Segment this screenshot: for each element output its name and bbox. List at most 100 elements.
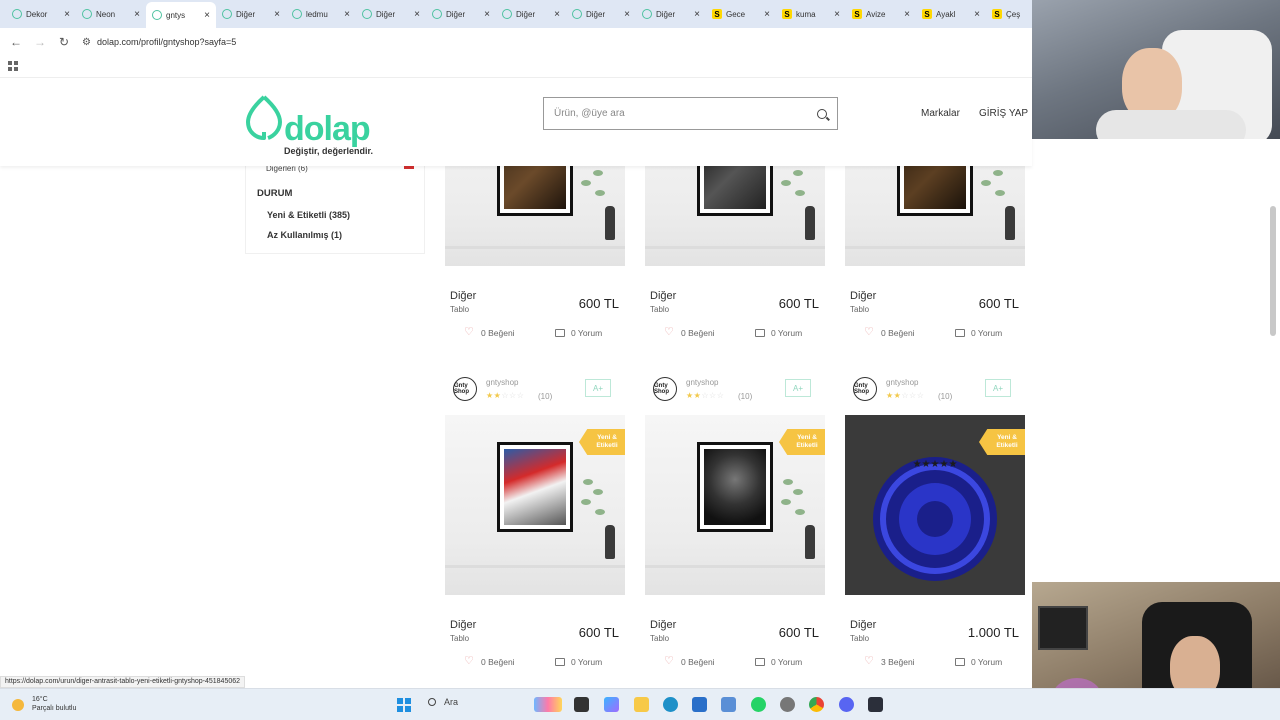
seller-name[interactable]: gntyshop <box>686 378 718 387</box>
close-icon[interactable]: × <box>414 9 420 20</box>
search-input[interactable]: Ürün, @üye ara <box>543 97 838 130</box>
close-icon[interactable]: × <box>904 9 910 20</box>
close-icon[interactable]: × <box>134 9 140 20</box>
taskbar-search[interactable]: Ara <box>428 697 458 707</box>
browser-tab[interactable]: S Gece × <box>706 0 776 28</box>
seller-name[interactable]: gntyshop <box>486 378 518 387</box>
browser-tab[interactable]: Diğer × <box>496 0 566 28</box>
close-icon[interactable]: × <box>694 9 700 20</box>
dolap-logo[interactable]: dolap Değiştir, değerlendir. <box>244 90 384 156</box>
product-category: Diğer <box>650 290 677 302</box>
edge-icon[interactable] <box>663 697 678 712</box>
circle-icon <box>572 9 582 19</box>
settings-icon[interactable] <box>780 697 795 712</box>
browser-tab[interactable]: Diğer × <box>356 0 426 28</box>
vase-decor <box>805 525 815 559</box>
forward-arrow-icon[interactable]: → <box>28 35 52 49</box>
product-photo[interactable]: Yeni & Etiketli <box>445 415 625 595</box>
seller-avatar[interactable]: Gnty Shop <box>653 377 677 401</box>
browser-tab[interactable]: Skuma × <box>776 0 846 28</box>
temperature: 16°C <box>32 696 48 703</box>
task-view-icon[interactable] <box>574 697 589 712</box>
follow-button[interactable]: A+ <box>585 379 611 397</box>
seller-avatar[interactable]: Gnty Shop <box>453 377 477 401</box>
close-icon[interactable]: × <box>974 9 980 20</box>
product-card[interactable]: Gnty Shop gntyshop ★★☆☆☆ (10) A+ ★★★★★ Y… <box>845 367 1025 672</box>
like-button[interactable]: 0 Beğeni <box>464 654 515 667</box>
apps-grid-icon[interactable] <box>8 61 18 71</box>
product-card[interactable]: Gnty Shop gntyshop ★★☆☆☆ (10) A+ Yeni & … <box>445 367 625 672</box>
widget-icon[interactable] <box>534 697 562 712</box>
seller-header: Gnty Shop gntyshop ★★☆☆☆ (10) A+ <box>445 367 625 415</box>
comment-button[interactable]: 0 Yorum <box>555 328 602 338</box>
close-icon[interactable]: × <box>204 10 210 21</box>
close-icon[interactable]: × <box>554 9 560 20</box>
close-icon[interactable]: × <box>274 9 280 20</box>
nav-brands-link[interactable]: Markalar <box>921 108 960 119</box>
store-icon[interactable] <box>692 697 707 712</box>
follow-button[interactable]: A+ <box>985 379 1011 397</box>
whatsapp-icon[interactable] <box>751 697 766 712</box>
comment-button[interactable]: 0 Yorum <box>755 657 802 667</box>
browser-tab-active[interactable]: gntys × <box>146 2 216 28</box>
copilot-icon[interactable] <box>604 697 619 712</box>
taskbar-search-label: Ara <box>444 697 459 707</box>
mail-icon[interactable] <box>721 697 736 712</box>
like-button[interactable]: 3 Beğeni <box>864 654 915 667</box>
close-icon[interactable]: × <box>344 9 350 20</box>
bookmarks-bar <box>0 56 1032 78</box>
follow-button[interactable]: A+ <box>785 379 811 397</box>
browser-tab[interactable]: Diğer × <box>636 0 706 28</box>
browser-tab[interactable]: Dekor × <box>6 0 76 28</box>
like-button[interactable]: 0 Beğeni <box>864 325 915 338</box>
reload-icon[interactable]: ↻ <box>52 35 76 49</box>
filter-option-used[interactable]: Az Kullanılmış (1) <box>267 230 342 240</box>
browser-tab[interactable]: S Avize × <box>846 0 916 28</box>
product-subcategory: Tablo <box>450 634 470 643</box>
comment-button[interactable]: 0 Yorum <box>955 657 1002 667</box>
close-icon[interactable]: × <box>834 9 840 20</box>
nav-login-link[interactable]: GİRİŞ YAP <box>979 108 1028 119</box>
back-arrow-icon[interactable]: ← <box>4 35 28 49</box>
new-tag-badge: Yeni & Etiketli <box>979 429 1025 455</box>
like-button[interactable]: 0 Beğeni <box>464 325 515 338</box>
close-icon[interactable]: × <box>64 9 70 20</box>
browser-tab[interactable]: Diğer × <box>216 0 286 28</box>
filter-option-new[interactable]: Yeni & Etiketli (385) <box>267 210 350 220</box>
browser-tab[interactable]: Neon × <box>76 0 146 28</box>
product-card[interactable]: Diğer Tablo 600 TL 0 Beğeni 0 Yorum <box>645 86 825 346</box>
browser-tab[interactable]: S Çeş <box>986 0 1026 28</box>
product-photo[interactable]: ★★★★★ Yeni & Etiketli <box>845 415 1025 595</box>
weather-widget[interactable]: 16°C Parçalı bulutlu <box>12 695 76 713</box>
address-bar[interactable]: ⚙ dolap.com/profil/gntyshop?sayfa=5 <box>82 31 642 53</box>
seller-avatar[interactable]: Gnty Shop <box>853 377 877 401</box>
browser-tab[interactable]: ledmu × <box>286 0 356 28</box>
seller-name[interactable]: gntyshop <box>886 378 918 387</box>
product-photo[interactable]: Yeni & Etiketli <box>645 415 825 595</box>
browser-tab[interactable]: S Ayakl × <box>916 0 986 28</box>
chrome-icon[interactable] <box>809 697 824 712</box>
seller-rating-stars: ★★☆☆☆ <box>886 391 925 400</box>
windows-start-icon[interactable] <box>397 698 411 712</box>
comment-button[interactable]: 0 Yorum <box>955 328 1002 338</box>
close-icon[interactable]: × <box>764 9 770 20</box>
page-scrollbar[interactable] <box>1270 206 1276 336</box>
file-explorer-icon[interactable] <box>634 697 649 712</box>
app-icon[interactable] <box>868 697 883 712</box>
circle-icon <box>152 10 162 20</box>
close-icon[interactable]: × <box>624 9 630 20</box>
like-button[interactable]: 0 Beğeni <box>664 325 715 338</box>
plant-decor <box>579 475 609 535</box>
browser-tab[interactable]: Diğer × <box>566 0 636 28</box>
product-card[interactable]: Diğer Tablo 600 TL 0 Beğeni 0 Yorum <box>845 86 1025 346</box>
product-card[interactable]: Gnty Shop gntyshop ★★☆☆☆ (10) A+ Yeni & … <box>645 367 825 672</box>
close-icon[interactable]: × <box>484 9 490 20</box>
like-button[interactable]: 0 Beğeni <box>664 654 715 667</box>
search-icon[interactable] <box>817 108 827 119</box>
product-card[interactable]: Diğer Tablo 600 TL 0 Beğeni 0 Yorum <box>445 86 625 346</box>
discord-icon[interactable] <box>839 697 854 712</box>
site-settings-icon[interactable]: ⚙ <box>82 37 91 48</box>
comment-button[interactable]: 0 Yorum <box>755 328 802 338</box>
browser-tab[interactable]: Diğer × <box>426 0 496 28</box>
comment-button[interactable]: 0 Yorum <box>555 657 602 667</box>
